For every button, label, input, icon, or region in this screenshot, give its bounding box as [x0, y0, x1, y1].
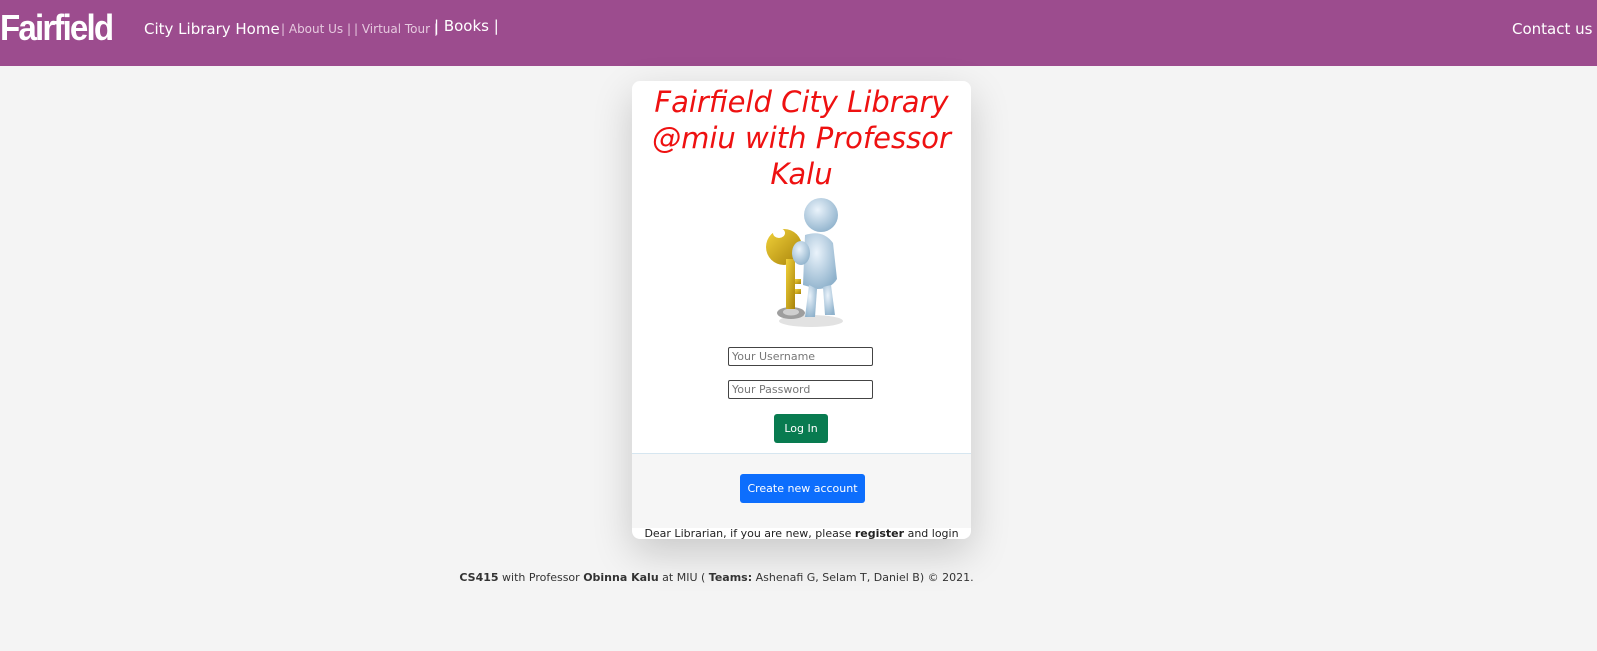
new-librarian-note: Dear Librarian, if you are new, please r…	[632, 527, 971, 539]
nav-link-about-us[interactable]: | About Us |	[281, 22, 351, 36]
note-prefix: Dear Librarian, if you are new, please	[644, 527, 855, 539]
username-input[interactable]	[728, 347, 873, 366]
library-title: Fairfield City Library @miu with Profess…	[632, 84, 971, 192]
nav-link-virtual-tour[interactable]: | Virtual Tour |	[354, 22, 438, 36]
login-card: Fairfield City Library @miu with Profess…	[632, 81, 971, 539]
footer-with: with Professor	[498, 571, 584, 584]
title-line-1: Fairfield City Library	[654, 85, 949, 119]
create-account-button[interactable]: Create new account	[740, 474, 865, 503]
footer-at: at MIU (	[658, 571, 709, 584]
brand-logo[interactable]: Fairfield	[0, 6, 114, 50]
footer-course: CS415	[459, 571, 499, 584]
login-button[interactable]: Log In	[774, 414, 828, 443]
top-navbar: Fairfield City Library Home | About Us |…	[0, 0, 1597, 66]
note-suffix: and login	[904, 527, 959, 539]
nav-link-books[interactable]: | Books |	[434, 17, 499, 35]
footer-teams-label: Teams:	[708, 571, 753, 584]
card-footer: Create new account	[632, 453, 971, 528]
title-line-2: @miu with Professor	[652, 121, 951, 155]
footer-professor: Obinna Kalu	[583, 571, 659, 584]
footer-teams: Ashenafi G, Selam T, Daniel B) © 2021.	[752, 571, 974, 584]
register-link[interactable]: register	[855, 527, 904, 539]
password-input[interactable]	[728, 380, 873, 399]
person-holding-key-icon	[766, 198, 843, 327]
title-line-3: Kalu	[770, 157, 833, 191]
page-footer: CS415 with Professor Obinna Kalu at MIU …	[0, 571, 1597, 584]
nav-link-home[interactable]: City Library Home	[144, 20, 280, 38]
nav-link-contact-us[interactable]: Contact us	[1512, 20, 1592, 38]
